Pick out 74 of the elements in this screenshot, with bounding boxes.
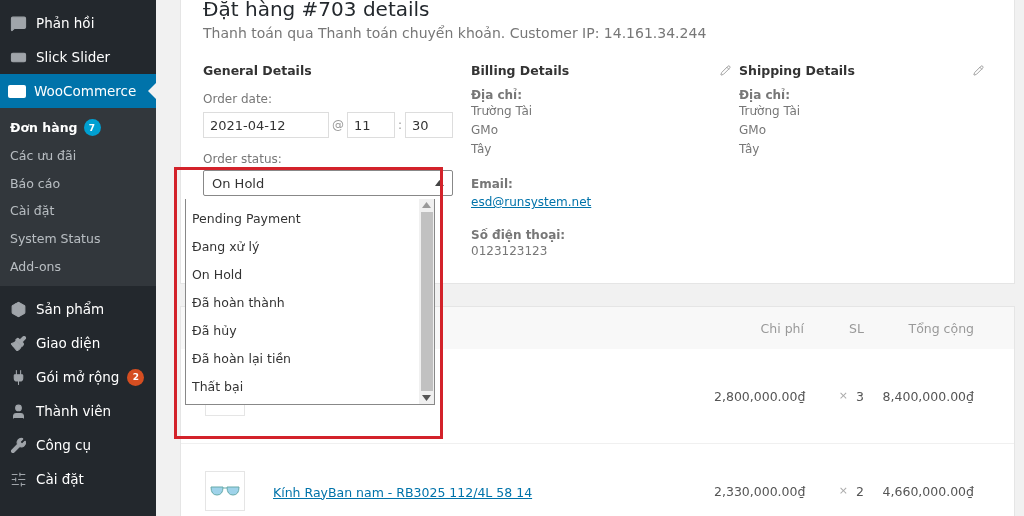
sidebar-item[interactable]: Giao diện [0,326,156,361]
wrench-icon [8,435,28,456]
sidebar-item[interactable]: Sản phẩm [0,292,156,327]
section-heading: Shipping Details [739,63,855,78]
address-line: Trường Tài [739,103,802,120]
sidebar-item[interactable]: WooCommerce [0,74,156,108]
total-cell-text: 4,660,000.00₫ [881,483,974,499]
submenu-item[interactable]: Add-ons [0,252,156,281]
email-link[interactable]: esd@runsystem.net [471,195,592,209]
section-heading: General Details [203,63,313,78]
minute-field[interactable]: 30 [405,112,454,138]
cost-cell: 2,800,000.00₫ [714,388,804,404]
dropdown-option[interactable]: Thất bại [186,372,419,400]
edit-icon[interactable] [973,65,984,76]
sidebar-item[interactable]: Phản hồi [0,6,156,40]
phone-text: 0123123123 [471,243,549,260]
field-label: Địa chỉ: [739,88,791,102]
field-label: Email: [471,177,514,191]
column-header: SL [848,320,864,336]
times-sign: × [838,388,849,404]
box-icon [8,299,28,320]
comment-icon [8,13,28,33]
page-title: Đặt hàng #703 details [203,0,431,21]
column-header: Tổng cộng [907,320,974,336]
status-select[interactable]: On Hold [203,170,453,196]
field-label: Order status: [203,152,282,166]
sidebar-item[interactable]: Thành viên [0,394,156,429]
scroll-down-icon[interactable] [422,395,431,401]
date-field[interactable]: 2021-04-12 [203,112,329,138]
submenu-item[interactable]: Các ưu đãi [0,141,156,170]
address-line: GMo [471,122,499,139]
sidebar-item[interactable]: Slick Slider [0,40,156,74]
quantity-cell: 3 [856,388,864,404]
woo-logo-icon [8,84,26,98]
separator-text: : [398,118,403,132]
sidebar-item[interactable]: Gói mở rộng 2 [0,360,156,395]
address-line: Tây [471,141,493,158]
current-menu-pointer [148,83,156,99]
address-line: Trường Tài [471,103,534,120]
sidebar-item[interactable]: Cài đặt [0,462,156,497]
dropdown-option[interactable]: Đã hủy [186,316,419,344]
count-badge: 7 [83,119,101,137]
sidebar-item[interactable]: Công cụ [0,428,156,463]
times-sign: × [838,483,849,499]
scrollbar[interactable] [419,199,434,404]
hour-field[interactable]: 11 [347,112,395,138]
glasses-icon [210,485,240,497]
quantity-cell: 2 [856,483,864,499]
submenu-item[interactable]: Cài đặt [0,197,156,225]
field-label: Địa chỉ: [471,88,523,102]
product-link[interactable]: Kính RayBan nam - RB3025 112/4L 58 14 [251,484,533,500]
scroll-up-icon[interactable] [422,202,431,208]
caret-icon [435,180,444,186]
dropdown-option[interactable]: Pending Payment [186,204,419,232]
field-label: Order date: [203,92,273,106]
edit-icon[interactable] [720,65,731,76]
count-badge: 2 [127,368,145,386]
separator-text: @ [332,118,344,132]
address-line: GMo [739,122,767,139]
paintbrush-icon [8,333,28,354]
cost-cell: 2,330,000.00₫ [714,483,804,499]
submenu-item[interactable]: Đơn hàng 7 [0,114,156,142]
submenu-item[interactable]: Báo cáo [0,169,156,198]
payment-info: Thanh toán qua Thanh toán chuyển khoản. Customer IP: 14.161.34.244 [203,25,708,41]
column-header: Chi phí [759,320,804,336]
dropdown-option[interactable]: Đang xử lý [186,232,419,260]
dropdown-option[interactable]: On Hold [186,260,419,288]
dropdown-option[interactable]: Đã hoàn lại tiền [186,344,419,372]
submenu-item[interactable]: System Status [0,224,156,253]
field-label: Số điện thoại: [471,228,567,242]
dropdown-option[interactable]: Đã hoàn thành [186,288,419,316]
section-heading: Billing Details [471,63,570,78]
address-line: Tây [739,141,761,158]
total-cell-text: 8,400,000.00₫ [881,388,974,404]
